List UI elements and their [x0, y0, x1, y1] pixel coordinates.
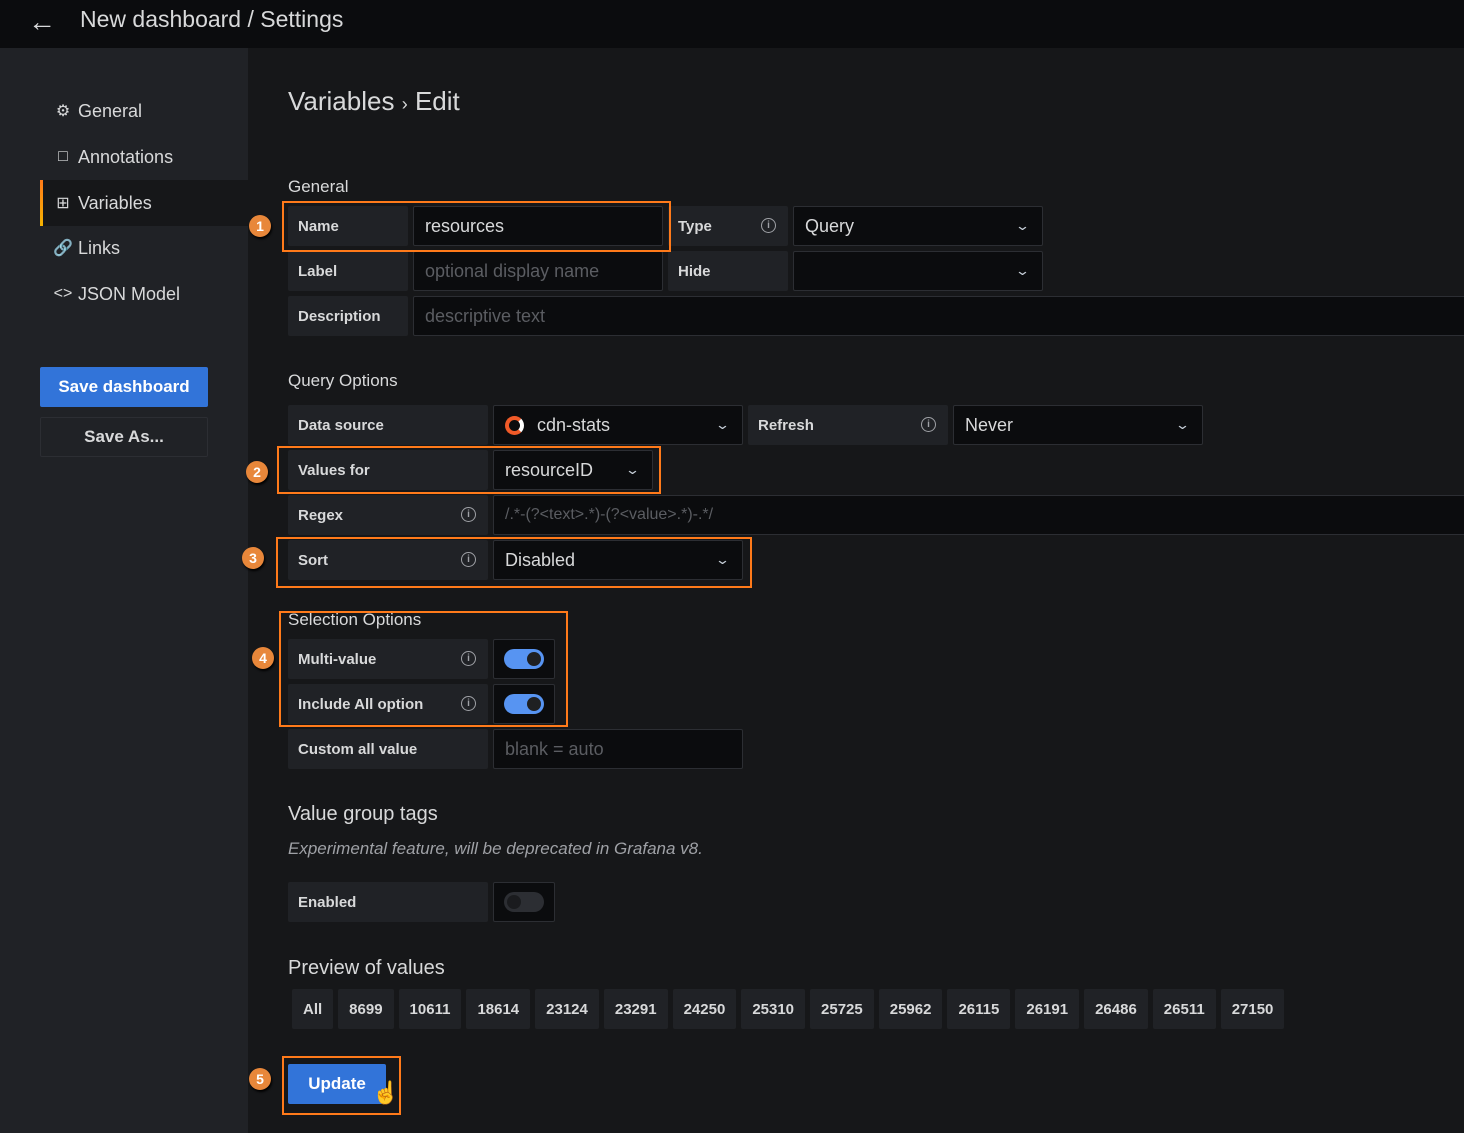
preview-value-chip: 23124 [535, 989, 599, 1029]
preview-value-chip: All [292, 989, 334, 1029]
highlight-box [276, 537, 752, 588]
label-label: Label [288, 251, 408, 291]
preview-value-chip: 10611 [398, 989, 462, 1029]
preview-value-chip: 23291 [603, 989, 668, 1029]
sidebar-item-links[interactable]: 🔗 Links [40, 225, 248, 271]
preview-heading: Preview of values [288, 957, 445, 979]
preview-value-chip: 25725 [810, 989, 874, 1029]
sidebar-item-label: General [78, 100, 143, 121]
step-badge: 1 [249, 215, 271, 237]
general-heading: General [288, 177, 349, 196]
breadcrumb-edit: Edit [414, 86, 460, 116]
highlight-box [282, 201, 671, 252]
highlight-box [277, 446, 661, 494]
regex-input[interactable]: /.*-(?<text>.*)-(?<value>.*)-.*/ [493, 495, 1464, 535]
toggle-knob [507, 895, 521, 909]
sidebar-item-label: Variables [78, 192, 152, 213]
chevron-down-icon: ⌄ [714, 417, 731, 432]
sidebar-item-label: Links [78, 237, 121, 258]
info-icon[interactable]: i [461, 507, 476, 522]
preview-value-chip: 18614 [466, 989, 531, 1029]
chevron-down-icon: ⌄ [1014, 263, 1031, 278]
description-label: Description [288, 296, 408, 336]
chevron-down-icon: ⌄ [1014, 218, 1031, 233]
preview-value-chip: 8699 [338, 989, 394, 1029]
sidebar-item-annotations[interactable]: □ Annotations [40, 134, 248, 180]
description-input[interactable]: descriptive text [413, 296, 1464, 336]
breadcrumb-separator: › [401, 94, 408, 114]
preview-value-chip: 26486 [1084, 989, 1148, 1029]
preview-value-chip: 27150 [1220, 989, 1285, 1029]
value-group-tags-heading: Value group tags [288, 803, 438, 825]
regex-label: Regex i [288, 495, 488, 535]
highlight-box [282, 1056, 401, 1115]
breadcrumb-variables[interactable]: Variables [288, 86, 394, 116]
enabled-label: Enabled [288, 882, 488, 922]
step-badge: 2 [246, 461, 268, 483]
highlight-box [279, 611, 568, 727]
custom-all-label: Custom all value [288, 729, 488, 769]
preview-value-chip: 25310 [741, 989, 806, 1029]
save-as-button[interactable]: Save As... [40, 417, 208, 457]
deprecation-note: Experimental feature, will be deprecated… [288, 839, 703, 858]
refresh-select[interactable]: Never ⌄ [953, 405, 1203, 445]
sidebar-item-label: JSON Model [78, 283, 181, 304]
label-input[interactable]: optional display name [413, 251, 663, 291]
preview-value-chip: 25962 [878, 989, 943, 1029]
section-title: Variables › Edit [288, 86, 460, 117]
calculator-icon: ⊞ [56, 195, 70, 212]
sidebar-item-label: Annotations [78, 146, 174, 167]
page-title: New dashboard / Settings [80, 6, 344, 32]
hide-select[interactable]: ⌄ [793, 251, 1043, 291]
chevron-down-icon: ⌄ [1174, 417, 1191, 432]
save-dashboard-button[interactable]: Save dashboard [40, 367, 208, 407]
type-label-text: Type [678, 217, 712, 235]
type-value: Query [805, 215, 855, 236]
custom-all-input[interactable]: blank = auto [493, 729, 743, 769]
sidebar-item-json-model[interactable]: <> JSON Model [40, 271, 248, 317]
type-select[interactable]: Query ⌄ [793, 206, 1043, 246]
preview-value-chip: 26511 [1152, 989, 1216, 1029]
info-icon[interactable]: i [761, 218, 776, 233]
sliders-icon: ⚙ [55, 103, 71, 120]
refresh-label-text: Refresh [758, 416, 814, 434]
datasource-value: cdn-stats [537, 414, 611, 435]
datasource-label: Data source [288, 405, 488, 445]
enabled-toggle[interactable] [493, 882, 555, 922]
top-bar: ← New dashboard / Settings [0, 0, 1464, 48]
grafana-datasource-icon [505, 415, 524, 435]
preview-value-chip: 26191 [1015, 989, 1080, 1029]
query-options-heading: Query Options [288, 371, 398, 390]
sidebar: ⚙ General □ Annotations ⊞ Variables 🔗 Links … [0, 48, 248, 1133]
step-badge: 3 [242, 547, 264, 569]
arrow-left-icon[interactable]: ← [28, 6, 56, 38]
info-icon[interactable]: i [921, 417, 936, 432]
step-badge: 4 [252, 647, 274, 669]
refresh-value: Never [965, 414, 1014, 435]
sidebar-item-variables[interactable]: ⊞ Variables [40, 180, 248, 226]
refresh-label: Refresh i [748, 405, 948, 445]
preview-values: All 8699 10611 18614 23124 23291 24250 25310 257… [292, 989, 1285, 1029]
hide-label: Hide [668, 251, 788, 291]
regex-label-text: Regex [298, 506, 344, 524]
toggle-track [504, 892, 544, 912]
sidebar-item-general[interactable]: ⚙ General [40, 88, 248, 134]
datasource-select[interactable]: cdn-stats ⌄ [493, 405, 743, 445]
preview-value-chip: 26115 [947, 989, 1011, 1029]
code-icon: <> [53, 285, 73, 302]
type-label: Type i [668, 206, 788, 246]
step-badge: 5 [249, 1068, 271, 1090]
comment-icon: □ [58, 148, 68, 165]
preview-value-chip: 24250 [672, 989, 737, 1029]
link-icon: 🔗 [53, 240, 73, 257]
